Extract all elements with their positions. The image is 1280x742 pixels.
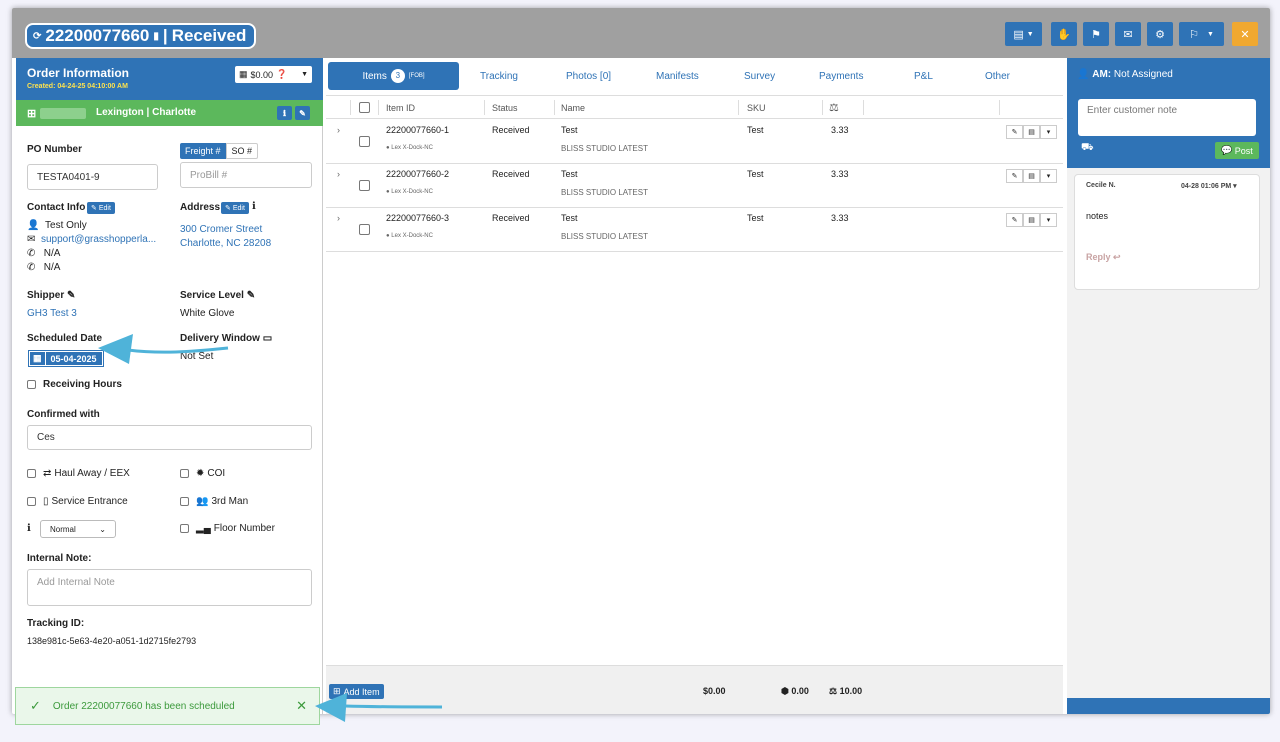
arrow-to-date (127, 346, 229, 354)
annotation-arrows (98, 334, 443, 722)
arrow-to-toast (344, 704, 443, 709)
arrow-to-date-head (98, 334, 133, 364)
arrow-to-toast-head (315, 693, 347, 722)
